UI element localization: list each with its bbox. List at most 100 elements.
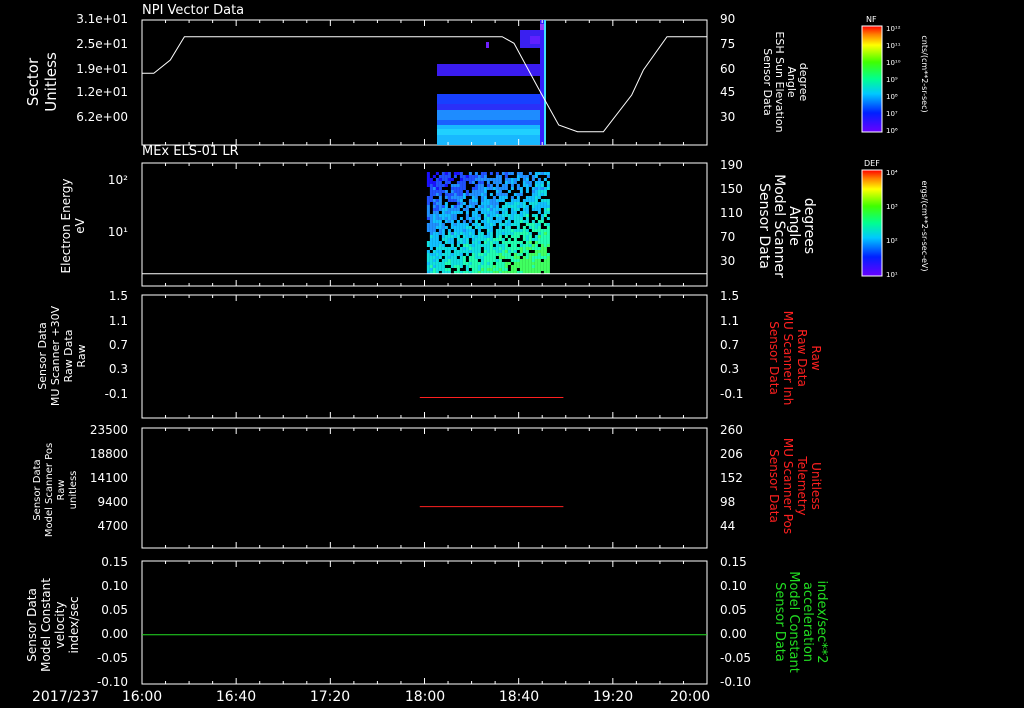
heatmap-cell: [438, 232, 442, 235]
heatmap-cell: [426, 217, 430, 220]
heatmap-cell: [540, 241, 544, 244]
panel4-ylabel-right-2: MU Scanner Pos: [781, 438, 795, 534]
panel2-ytick-left: 10¹: [108, 225, 128, 239]
heatmap-cell: [468, 181, 472, 184]
heatmap-cell: [489, 208, 493, 211]
heatmap-cell: [450, 187, 454, 190]
heatmap-cell: [474, 241, 478, 244]
heatmap-cell: [525, 187, 529, 190]
heatmap-cell: [495, 172, 499, 175]
heatmap-cell: [471, 193, 475, 196]
heatmap-cell: [480, 205, 484, 208]
heatmap-cell: [501, 265, 505, 268]
heatmap-cell: [489, 262, 493, 265]
heatmap-cell: [465, 214, 469, 217]
heatmap-cell: [486, 199, 490, 202]
panel2-ytick-right: 150: [720, 182, 743, 196]
heatmap-cell: [489, 178, 493, 181]
heatmap-cell: [513, 268, 517, 271]
heatmap-cell: [477, 217, 481, 220]
heatmap-cell: [492, 202, 496, 205]
heatmap-cell: [459, 193, 463, 196]
heatmap-cell: [459, 247, 463, 250]
heatmap-cell: [492, 211, 496, 214]
heatmap-cell: [525, 199, 529, 202]
heatmap-cell: [465, 244, 469, 247]
heatmap-cell: [462, 208, 466, 211]
heatmap-cell: [546, 172, 550, 175]
heatmap-cell: [516, 214, 520, 217]
heatmap-cell: [516, 220, 520, 223]
heatmap-cell: [531, 178, 535, 181]
heatmap-cell: [450, 214, 454, 217]
heatmap-cell: [540, 265, 544, 268]
panel3-ytick-left: 1.1: [109, 314, 128, 328]
heatmap-cell: [510, 232, 514, 235]
heatmap-cell: [534, 217, 538, 220]
heatmap-cell: [543, 268, 547, 271]
panel4-ytick-right: 260: [720, 423, 743, 437]
heatmap-cell: [489, 232, 493, 235]
panel2-ylabel-right-2: Model Scanner: [771, 174, 787, 278]
xtick-label: 16:00: [122, 689, 162, 705]
heatmap-cell: [450, 184, 454, 187]
heatmap-cell: [453, 247, 457, 250]
heatmap-cell: [432, 202, 436, 205]
heatmap-cell: [432, 265, 436, 268]
heatmap-cell: [501, 253, 505, 256]
heatmap-cell: [522, 202, 526, 205]
heatmap-cell: [534, 226, 538, 229]
heatmap-cell: [471, 181, 475, 184]
heatmap-cell: [456, 241, 460, 244]
heatmap-cell: [435, 256, 439, 259]
heatmap-cell: [537, 262, 541, 265]
heatmap-cell: [468, 235, 472, 238]
heatmap-cell: [444, 214, 448, 217]
heatmap-cell: [480, 220, 484, 223]
heatmap-cell: [435, 202, 439, 205]
heatmap-cell: [516, 262, 520, 265]
colorbar-tick-label: 10⁶: [886, 127, 898, 135]
heatmap-cell: [489, 238, 493, 241]
heatmap-cell: [456, 223, 460, 226]
heatmap-cell: [471, 190, 475, 193]
heatmap-cell: [504, 178, 508, 181]
heatmap-cell: [528, 241, 532, 244]
heatmap-cell: [498, 229, 502, 232]
heatmap-cell: [432, 184, 436, 187]
heatmap-cell: [471, 256, 475, 259]
heatmap-cell: [498, 262, 502, 265]
panel3-ytick-right: 1.1: [720, 314, 739, 328]
heatmap-cell: [534, 214, 538, 217]
heatmap-cell: [450, 199, 454, 202]
heatmap-cell: [498, 217, 502, 220]
heatmap-cell: [531, 193, 535, 196]
heatmap-cell: [474, 178, 478, 181]
heatmap-cell: [495, 247, 499, 250]
heatmap-cell: [474, 250, 478, 253]
heatmap-cell: [426, 214, 430, 217]
heatmap-cell: [447, 217, 451, 220]
heatmap-cell: [534, 184, 538, 187]
heatmap-cell: [489, 223, 493, 226]
heatmap-cell: [459, 223, 463, 226]
colorbar1-label: NF: [866, 15, 877, 24]
heatmap-cell: [429, 214, 433, 217]
heatmap-cell: [468, 175, 472, 178]
heatmap-cell: [528, 223, 532, 226]
heatmap-cell: [495, 187, 499, 190]
heatmap-cell: [522, 220, 526, 223]
xtick-label: 19:20: [593, 689, 633, 705]
heatmap-cell: [525, 214, 529, 217]
panel2-frame: [141, 162, 708, 287]
heatmap-cell: [537, 202, 541, 205]
heatmap-cell: [471, 229, 475, 232]
heatmap-cell: [465, 229, 469, 232]
heatmap-cell: [486, 268, 490, 271]
heatmap-cell: [501, 196, 505, 199]
heatmap-cell: [450, 238, 454, 241]
heatmap-cell: [534, 187, 538, 190]
heatmap-cell: [519, 253, 523, 256]
xtick-label: 16:40: [216, 689, 256, 705]
heatmap-cell: [507, 217, 511, 220]
